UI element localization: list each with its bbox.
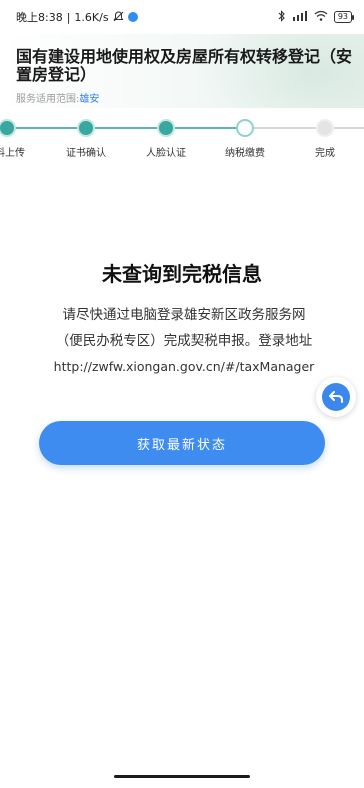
app-notification-icon — [127, 12, 138, 22]
step-label-upload: 料上传 — [0, 148, 25, 159]
page: 晚上8:38 | 1.6K/s 93 国有建设用地使用权及房屋所有权转移登记（安… — [0, 0, 364, 788]
step-label-tax: 纳税缴费 — [225, 148, 265, 159]
step-node-cert — [77, 119, 95, 137]
refresh-status-button[interactable]: 获取最新状态 — [39, 421, 325, 465]
bluetooth-icon — [278, 9, 286, 25]
signal-icon — [292, 10, 308, 24]
progress-track-pending — [244, 127, 364, 129]
step-label-face: 人脸认证 — [146, 148, 186, 159]
status-bar: 晚上8:38 | 1.6K/s 93 — [0, 0, 364, 34]
home-indicator[interactable] — [114, 775, 250, 778]
clock: 晚上8:38 — [16, 11, 63, 24]
network-speed: 1.6K/s — [74, 10, 109, 24]
page-title: 国有建设用地使用权及房屋所有权转移登记（安置房登记） — [16, 47, 353, 84]
message-line-1: 请尽快通过电脑登录雄安新区政务服务网 — [62, 307, 306, 323]
progress-track-done — [0, 127, 244, 129]
floating-back-button[interactable] — [316, 377, 356, 417]
message-body: 请尽快通过电脑登录雄安新区政务服务网 （便民办税专区）完成契税申报。登录地址 h… — [16, 302, 352, 380]
step-node-tax — [236, 119, 254, 137]
scope-label: 服务适用范围: — [16, 94, 80, 105]
mute-icon — [113, 10, 124, 24]
back-arrow-icon — [322, 383, 350, 411]
message-title: 未查询到完税信息 — [102, 262, 262, 286]
step-label-done: 完成 — [315, 148, 335, 159]
login-url[interactable]: http://zwfw.xiongan.gov.cn/#/taxManager — [16, 354, 352, 380]
status-separator: | — [66, 10, 71, 24]
battery-icon: 93 — [333, 11, 355, 23]
step-node-upload — [0, 119, 16, 137]
wifi-icon — [314, 10, 328, 24]
service-scope: 服务适用范围:雄安 — [16, 90, 99, 105]
step-node-face — [157, 119, 175, 137]
step-node-done — [316, 119, 334, 137]
status-right: 93 — [278, 9, 355, 25]
status-left: 晚上8:38 | 1.6K/s — [16, 9, 138, 25]
scope-value: 雄安 — [79, 94, 100, 105]
step-label-cert: 证书确认 — [66, 148, 106, 159]
progress-steps: 料上传 证书确认 人脸认证 纳税缴费 完成 — [0, 112, 364, 160]
message-line-2: （便民办税专区）完成契税申报。登录地址 — [55, 333, 313, 349]
